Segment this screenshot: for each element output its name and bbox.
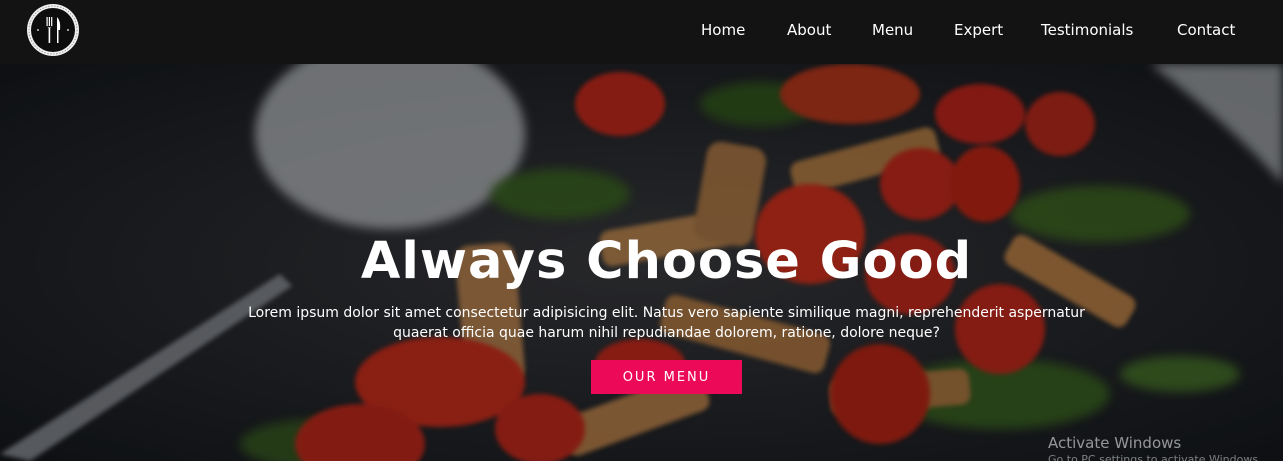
hero-content: Always Choose Good Lorem ipsum dolor sit…	[0, 64, 1283, 461]
nav-item-expert[interactable]: Expert	[954, 21, 1003, 39]
our-menu-button[interactable]: OUR MENU	[591, 360, 742, 394]
nav-item-about[interactable]: About	[787, 21, 831, 39]
hero-section: Always Choose Good Lorem ipsum dolor sit…	[0, 64, 1283, 461]
hero-title: Always Choose Good	[360, 232, 973, 291]
activate-windows-subtitle: Go to PC settings to activate Windows.	[1048, 453, 1262, 461]
nav-item-home[interactable]: Home	[701, 21, 745, 39]
main-nav: Home About Menu Expert Testimonials Cont…	[0, 21, 1283, 45]
nav-item-testimonials[interactable]: Testimonials	[1041, 21, 1133, 39]
hero-description: Lorem ipsum dolor sit amet consectetur a…	[248, 305, 1085, 341]
nav-item-contact[interactable]: Contact	[1177, 21, 1235, 39]
activate-windows-title: Activate Windows	[1048, 434, 1182, 452]
nav-item-menu[interactable]: Menu	[872, 21, 913, 39]
navbar: Home About Menu Expert Testimonials Cont…	[0, 0, 1283, 64]
